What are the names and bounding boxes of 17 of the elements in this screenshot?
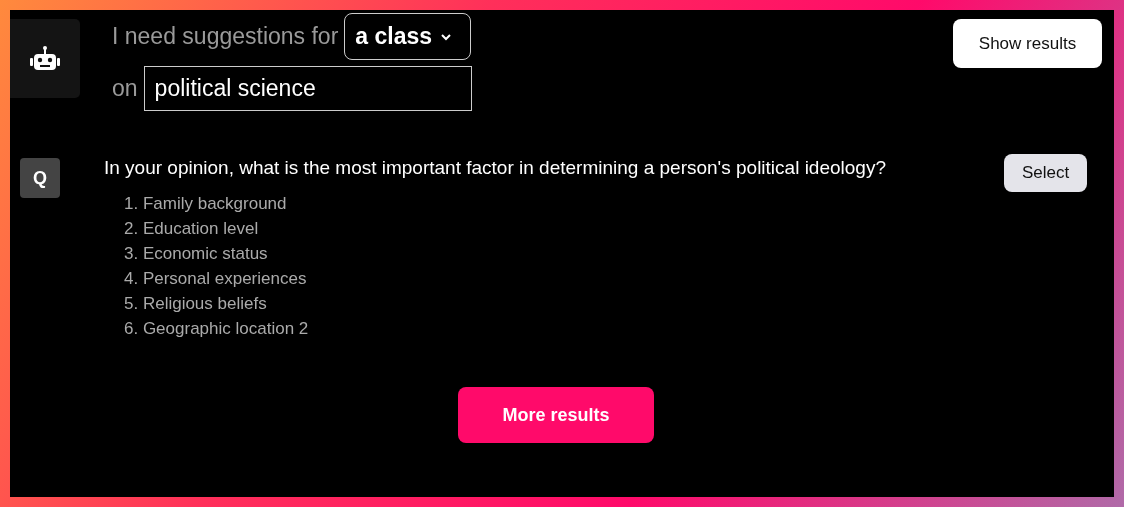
option-text: 6. Geographic location 2: [124, 318, 310, 340]
more-results-button[interactable]: More results: [458, 387, 654, 443]
type-dropdown[interactable]: a class: [344, 13, 472, 60]
show-results-button[interactable]: Show results: [953, 19, 1102, 68]
topic-field[interactable]: political science: [143, 66, 472, 111]
option-text: 3. Economic status: [124, 243, 269, 265]
option-text: 2. Education level: [124, 218, 260, 240]
option-text: 1. Family background: [124, 193, 288, 215]
option-text: 5. Religious beliefs: [124, 293, 268, 315]
question-text: In your opinion, what is the most important factor in determining a person's political ideology?: [104, 156, 887, 180]
robot-icon: [30, 44, 60, 73]
chevron-icon: [440, 32, 453, 41]
select-button[interactable]: Select: [1004, 154, 1087, 192]
option-text: 4. Personal experiences: [124, 268, 308, 290]
question-badge: Q: [20, 158, 60, 198]
prompt-text: I need suggestions for: [112, 23, 339, 50]
topic-label: on: [112, 75, 138, 102]
